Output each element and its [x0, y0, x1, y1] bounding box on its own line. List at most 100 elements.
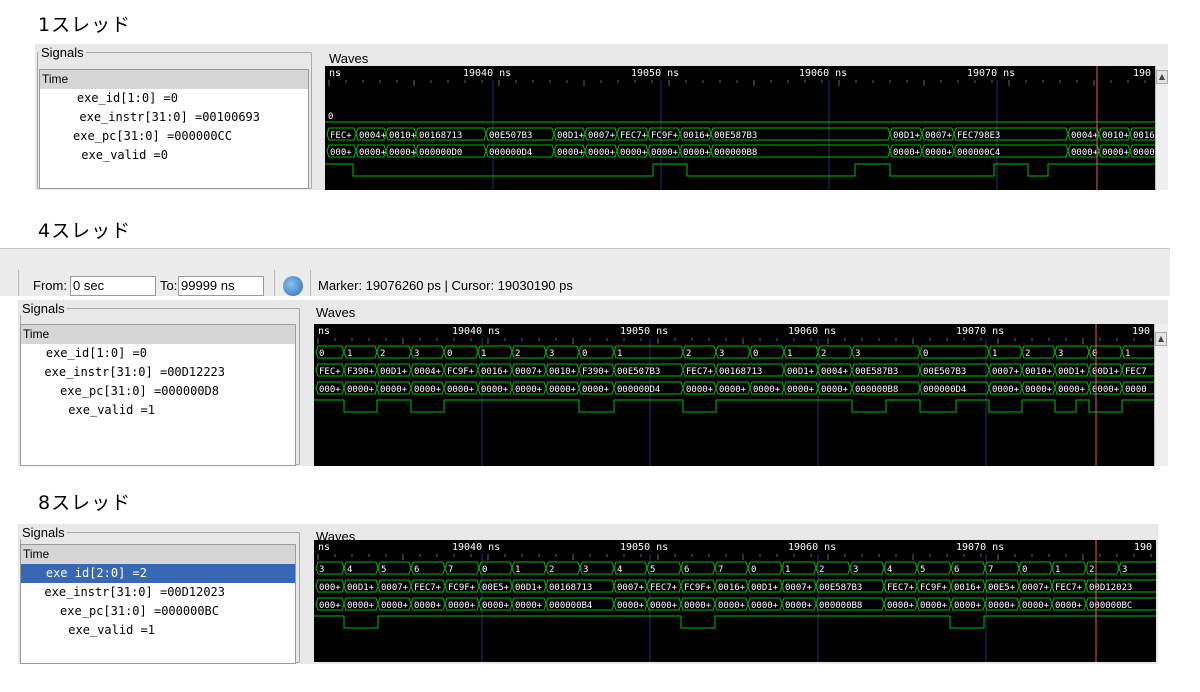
waves-label: Waves — [327, 51, 371, 66]
signal-row[interactable]: exe_valid =0 — [40, 146, 308, 165]
waveform-svg[interactable]: ns 19040 ns 19050 ns 19060 ns 19070 ns 190 0 FE… — [325, 66, 1155, 190]
bus-value: FC9F+ — [448, 583, 476, 593]
gtkwave-panel-4: Signals Time exe_id[1:0] =0 exe_instr[31… — [18, 300, 1168, 466]
signal-row[interactable]: exe_id[1:0] =0 — [21, 344, 295, 363]
bus-value: 0016+ — [718, 583, 746, 593]
bus-value: 00D1+ — [557, 131, 585, 141]
signal-row[interactable]: exe_instr[31:0] =00D12023 — [21, 583, 295, 602]
from-input[interactable]: 0 sec — [70, 276, 156, 296]
vertical-scrollbar[interactable]: ▲ — [1155, 66, 1168, 190]
bus-value: 2 — [686, 349, 691, 359]
bus-value: 000+ — [330, 148, 352, 158]
waveform-svg[interactable]: ns 19040 ns 19050 ns 19060 ns 19070 ns 190 3 4 5… — [314, 540, 1156, 662]
vertical-scrollbar[interactable]: ▲ — [1154, 324, 1168, 466]
bus-value: 0000+ — [414, 385, 442, 395]
bus-value: 0000+ — [1102, 148, 1130, 158]
bus-value: FEC7+ — [1055, 583, 1083, 593]
bus-value: 0010+ — [1102, 131, 1130, 141]
bus-value: FEC7+ — [650, 583, 678, 593]
bus-value: 7 — [718, 565, 723, 575]
bus-value: 0000+ — [1022, 601, 1050, 611]
to-label: To: — [160, 278, 178, 293]
bus-value: 00E587B3 — [819, 583, 862, 593]
bus-value: 1 — [1125, 349, 1130, 359]
waves-label: Waves — [314, 305, 358, 320]
bus-value: 3 — [549, 349, 554, 359]
bus-value: 6 — [684, 565, 689, 575]
bus-value: 2 — [821, 349, 826, 359]
time-header[interactable]: Time — [21, 325, 295, 344]
bus-value: 7 — [448, 565, 453, 575]
bus-value: 0000+ — [620, 148, 648, 158]
bus-value: 0000+ — [887, 601, 915, 611]
signal-list: Time exe id[2:0] =2 exe_instr[31:0] =00D… — [20, 544, 296, 664]
bus-value: 4 — [347, 565, 352, 575]
bus-value: 0000+ — [954, 601, 982, 611]
signal-row[interactable]: exe_valid =1 — [21, 401, 295, 420]
bus-value: 0 — [923, 349, 928, 359]
bus-value: 0007+ — [785, 583, 813, 593]
bus-value: 1 — [347, 349, 352, 359]
bus-value: 0000+ — [925, 148, 953, 158]
bus-value: 1 — [617, 349, 622, 359]
waveform-svg[interactable]: ns 19040 ns 19050 ns 19060 ns 19070 ns 190 0 1 2… — [314, 324, 1154, 466]
time-header[interactable]: Time — [40, 70, 308, 89]
signal-row[interactable]: exe_valid =1 — [21, 621, 295, 640]
signal-row[interactable]: exe_pc[31:0] =000000CC — [40, 127, 308, 146]
timeline-label: 19050 ns — [620, 326, 668, 337]
signals-label: Signals — [20, 301, 67, 316]
bus-value: 00D1+ — [751, 583, 779, 593]
time-header[interactable]: Time — [21, 545, 295, 564]
bus-value: 00E5+ — [482, 583, 510, 593]
bus-value: 0 — [328, 112, 333, 122]
reload-icon[interactable] — [283, 276, 303, 296]
bus-value: 000+ — [319, 385, 341, 395]
bus-value: 0000+ — [683, 148, 711, 158]
signals-label: Signals — [39, 45, 86, 60]
bus-value: 3 — [319, 565, 324, 575]
to-input[interactable]: 99999 ns — [178, 276, 264, 296]
bus-value: 1 — [785, 565, 790, 575]
signals-label: Signals — [20, 525, 67, 540]
bus-value: 3 — [1122, 565, 1127, 575]
scroll-up-icon[interactable]: ▲ — [1155, 332, 1167, 346]
bus-value: 2 — [819, 565, 824, 575]
signal-row[interactable]: exe_id[1:0] =0 — [40, 89, 308, 108]
signal-row[interactable]: exe_pc[31:0] =000000BC — [21, 602, 295, 621]
bus-value: 0000+ — [549, 385, 577, 395]
bus-value: 0007+ — [617, 583, 645, 593]
scroll-up-icon[interactable]: ▲ — [1156, 70, 1168, 84]
bus-value: 0004+ — [821, 367, 849, 377]
waves-canvas[interactable]: ns 19040 ns 19050 ns 19060 ns 19070 ns 190 0 FE… — [325, 66, 1155, 190]
valid-signal-line — [314, 615, 1156, 629]
bus-value: 0000+ — [753, 385, 781, 395]
bus-value: 4 — [617, 565, 622, 575]
gtkwave-panel-1: Signals Time exe_id[1:0] =0 exe_instr[31… — [35, 44, 1168, 190]
signal-row-selected[interactable]: exe id[2:0] =2 — [21, 564, 295, 583]
waves-canvas[interactable]: ns 19040 ns 19050 ns 19060 ns 19070 ns 190 0 1 2… — [314, 324, 1154, 466]
bus-value: 1 — [1055, 565, 1060, 575]
bus-value: 00168713 — [549, 583, 592, 593]
signal-row[interactable]: exe_instr[31:0] =00D12223 — [21, 363, 295, 382]
section-title-1-thread: 1スレッド — [38, 14, 132, 36]
signal-row[interactable]: exe_instr[31:0] =00100693 — [40, 108, 308, 127]
bus-value: 00D1+ — [1058, 367, 1086, 377]
timeline-label: 190 — [1134, 542, 1152, 553]
timeline-label: 190 — [1132, 326, 1150, 337]
bus-value: FEC+ — [319, 367, 341, 377]
bus-value: 0000+ — [1071, 148, 1099, 158]
bus-value: 0007+ — [1022, 583, 1050, 593]
bus-value: 000000B8 — [855, 385, 898, 395]
bus-value: F390+ — [582, 367, 610, 377]
bus-value: 0000+ — [389, 148, 417, 158]
bus-value: 2 — [549, 565, 554, 575]
bus-value: FEC798E3 — [957, 131, 1000, 141]
bus-value: 0000+ — [785, 601, 813, 611]
bus-value: 0000+ — [1025, 385, 1053, 395]
waves-canvas[interactable]: ns 19040 ns 19050 ns 19060 ns 19070 ns 190 3 4 5… — [314, 540, 1156, 662]
bus-value: 6 — [414, 565, 419, 575]
bus-value: 0004+ — [359, 131, 387, 141]
bus-value: 3 — [414, 349, 419, 359]
bus-value: 0000+ — [821, 385, 849, 395]
signal-row[interactable]: exe_pc[31:0] =000000D8 — [21, 382, 295, 401]
